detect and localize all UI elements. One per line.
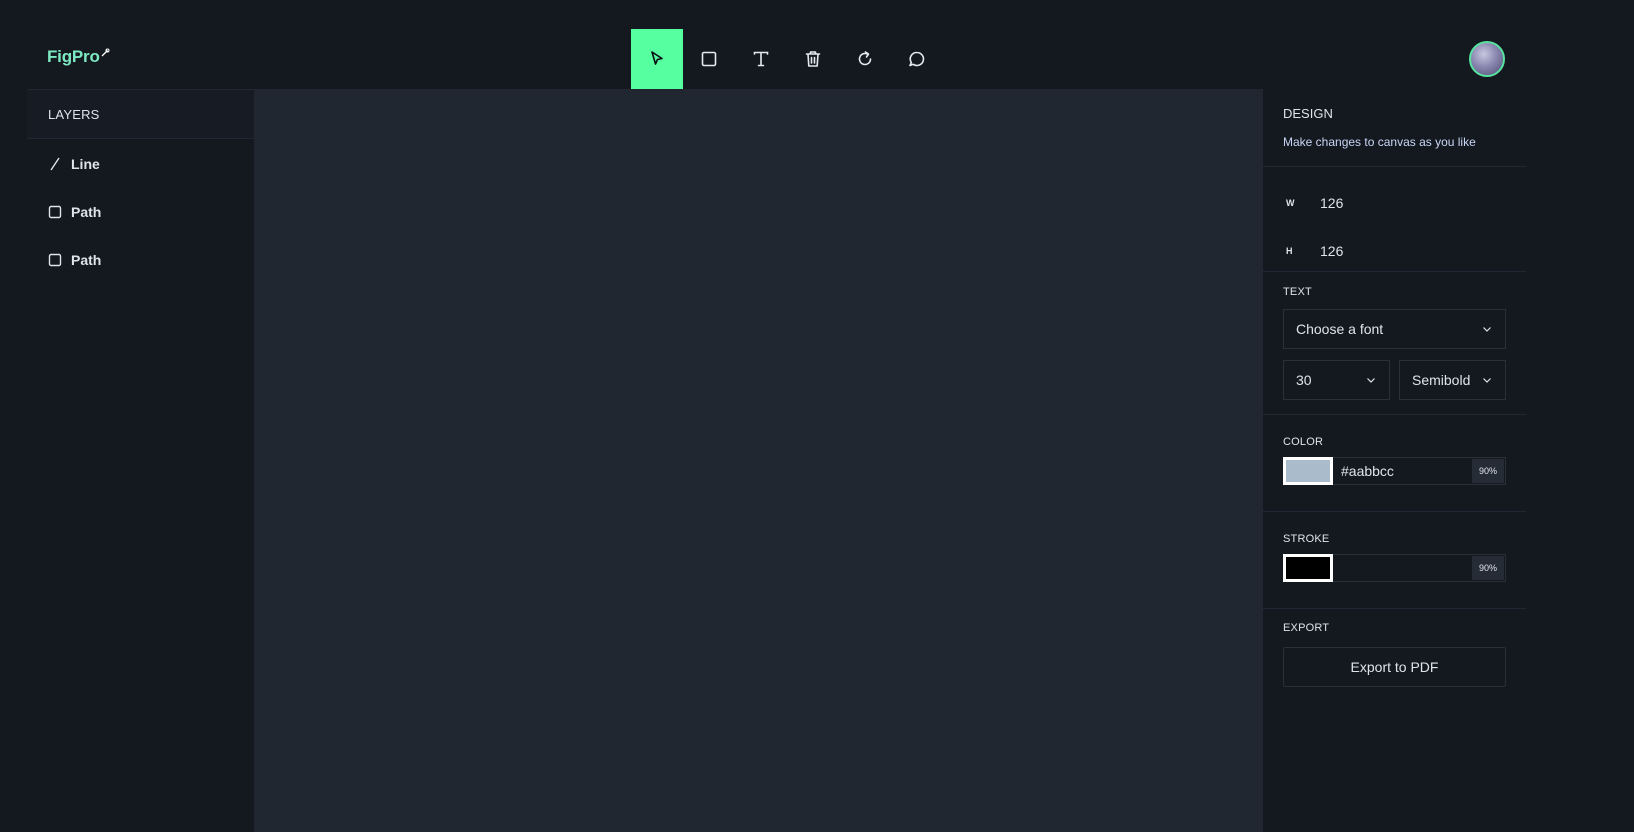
tool-reset[interactable] [839,29,891,89]
chevron-down-icon [1367,378,1375,383]
font-size-value: 30 [1296,372,1312,388]
square-icon [701,51,717,67]
design-header: DESIGN Make changes to canvas as you lik… [1263,89,1526,167]
trash-icon [805,51,821,67]
fill-color-swatch[interactable] [1283,457,1333,485]
height-label: H [1286,246,1293,256]
layer-item[interactable]: Line [27,140,254,188]
tool-rectangle[interactable] [683,29,735,89]
stroke-title: STROKE [1283,533,1330,545]
height-value[interactable]: 126 [1320,243,1343,259]
text-title: TEXT [1283,286,1312,298]
layer-label: Path [71,252,102,268]
pen-nib-icon [101,48,110,57]
export-pdf-button[interactable]: Export to PDF [1283,647,1506,687]
cursor-icon [651,51,663,65]
design-panel: DESIGN Make changes to canvas as you lik… [1263,89,1526,832]
layer-label: Line [71,156,100,172]
stroke-section: STROKE 90% [1263,512,1526,609]
font-family-select[interactable]: Choose a font [1283,309,1506,349]
fill-color-hex[interactable]: #aabbcc [1333,463,1472,479]
toolbar [631,29,943,89]
design-canvas[interactable] [254,89,1263,832]
user-avatar[interactable] [1469,41,1505,77]
design-subtitle: Make changes to canvas as you like [1283,135,1476,149]
chevron-down-icon [1483,327,1491,332]
line-icon [48,157,62,171]
width-field[interactable]: W 126 [1283,179,1506,227]
dimensions-section: W 126 H 126 [1263,167,1526,272]
tool-comment[interactable] [891,29,943,89]
app-window: FigPro LAYERS Line Path Path DESIGN Make… [27,0,1526,832]
stroke-color-field: 90% [1283,554,1506,582]
design-title: DESIGN [1283,106,1333,121]
height-field[interactable]: H 126 [1283,227,1506,275]
chat-bubble-icon [909,51,925,67]
font-size-select[interactable]: 30 [1283,360,1390,400]
square-icon [48,205,62,219]
square-icon [48,253,62,267]
font-family-value: Choose a font [1296,321,1384,337]
width-value[interactable]: 126 [1320,195,1343,211]
export-section: EXPORT Export to PDF [1263,609,1526,687]
layer-label: Path [71,204,102,220]
logo-text: FigPro [47,47,100,66]
font-weight-value: Semibold [1412,372,1471,388]
fill-color-field: #aabbcc 90% [1283,457,1506,485]
width-label: W [1286,198,1295,208]
layers-sidebar: LAYERS Line Path Path [27,89,254,832]
tool-select[interactable] [631,29,683,89]
color-title: COLOR [1283,436,1324,448]
fill-opacity[interactable]: 90% [1472,459,1504,483]
tool-delete[interactable] [787,29,839,89]
stroke-color-swatch[interactable] [1283,554,1333,582]
refresh-icon [858,51,872,66]
logo[interactable]: FigPro [47,47,110,67]
text-section: TEXT Choose a font 30 Semibold [1263,272,1526,415]
layers-title: LAYERS [27,89,254,139]
stroke-opacity[interactable]: 90% [1472,556,1504,580]
chevron-down-icon [1483,378,1491,383]
top-navbar: FigPro [27,0,1526,89]
layer-item[interactable]: Path [27,188,254,236]
color-section: COLOR #aabbcc 90% [1263,415,1526,512]
layer-item[interactable]: Path [27,236,254,284]
export-title: EXPORT [1283,622,1330,634]
font-weight-select[interactable]: Semibold [1399,360,1506,400]
text-icon [753,51,769,67]
tool-text[interactable] [735,29,787,89]
